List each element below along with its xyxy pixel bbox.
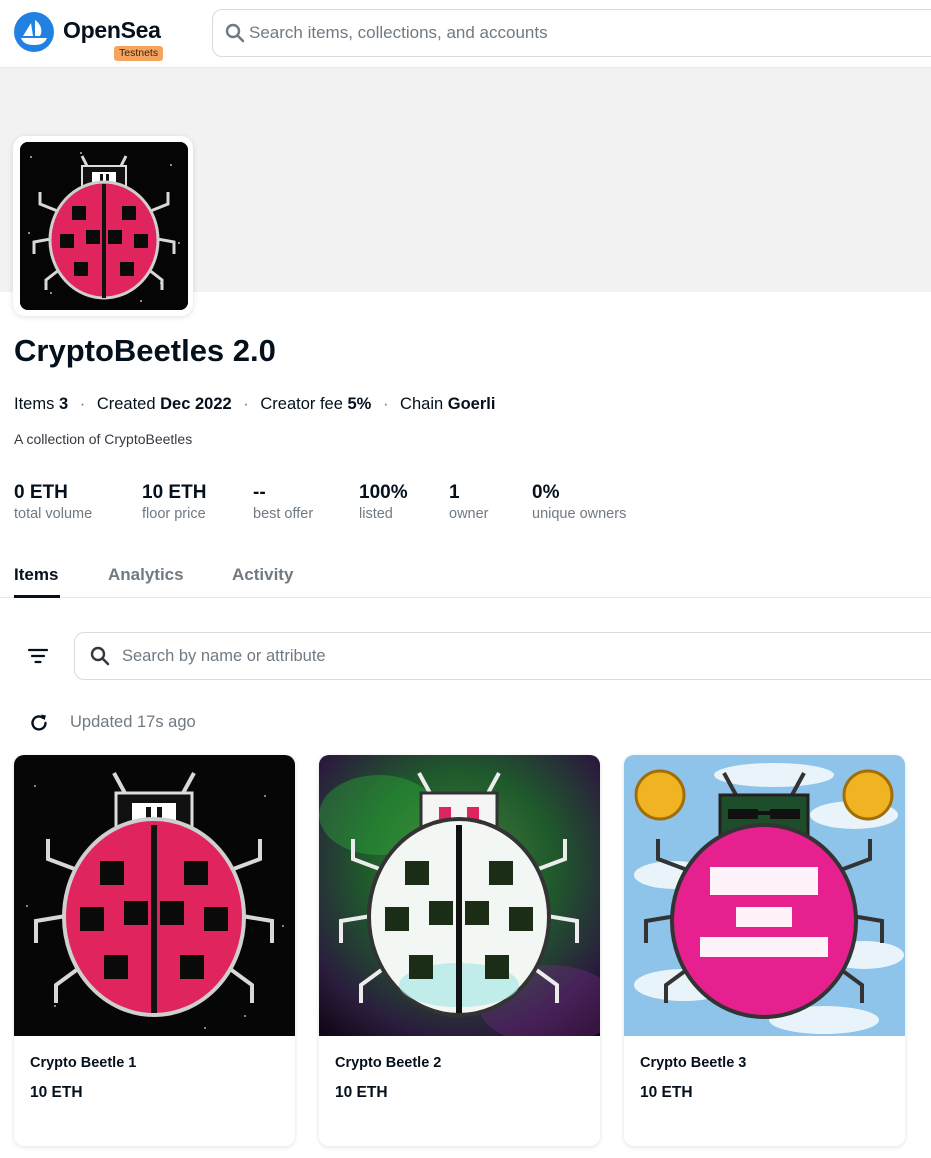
search-icon	[225, 23, 245, 48]
item-price: 10 ETH	[640, 1084, 693, 1101]
meta-separator: ·	[79, 395, 86, 413]
stat-value: 0%	[532, 482, 560, 503]
search-icon	[90, 646, 110, 671]
item-name: Crypto Beetle 1	[30, 1055, 137, 1071]
item-image[interactable]	[14, 755, 295, 1036]
filter-icon[interactable]	[26, 644, 50, 668]
stat-unique-owners: 0% unique owners	[532, 482, 626, 522]
item-search-input[interactable]: Search by name or attribute	[74, 632, 931, 680]
global-search-placeholder: Search items, collections, and accounts	[249, 23, 548, 42]
item-name: Crypto Beetle 3	[640, 1055, 747, 1071]
item-image[interactable]	[624, 755, 905, 1036]
meta-items-value: 3	[58, 395, 69, 413]
item-card[interactable]: Crypto Beetle 3 10 ETH	[624, 755, 905, 1146]
refresh-icon[interactable]	[28, 712, 50, 734]
stat-value: 0 ETH	[14, 482, 68, 503]
stat-label: total volume	[14, 506, 93, 522]
stat-listed: 100% listed	[359, 482, 408, 522]
testnets-badge: Testnets	[114, 46, 164, 61]
stat-value: 100%	[359, 482, 408, 503]
tab-items[interactable]: Items	[14, 565, 58, 585]
item-price: 10 ETH	[30, 1084, 83, 1101]
stat-floor-price: 10 ETH floor price	[142, 482, 206, 522]
item-name: Crypto Beetle 2	[335, 1055, 442, 1071]
stat-label: best offer	[253, 506, 314, 522]
stat-value: 10 ETH	[142, 482, 207, 503]
opensea-logo-icon[interactable]	[14, 12, 54, 52]
active-tab-indicator	[14, 595, 60, 598]
collection-meta: Items 3 · Created Dec 2022 · Creator fee…	[14, 395, 495, 414]
tab-activity[interactable]: Activity	[232, 565, 293, 585]
item-image[interactable]	[319, 755, 600, 1045]
stat-total-volume: 0 ETH total volume	[14, 482, 92, 522]
meta-fee-label: Creator fee	[260, 395, 343, 413]
item-search-placeholder: Search by name or attribute	[122, 647, 326, 665]
meta-separator: ·	[382, 395, 389, 413]
meta-created-value: Dec 2022	[160, 395, 232, 413]
stat-best-offer: -- best offer	[253, 482, 313, 522]
top-navigation-bar: OpenSea Testnets Search items, collectio…	[0, 0, 931, 68]
collection-tabs: Items Analytics Activity	[0, 560, 931, 598]
meta-chain-label: Chain	[400, 395, 444, 413]
meta-items-label: Items	[14, 395, 55, 413]
tab-analytics[interactable]: Analytics	[108, 565, 184, 585]
global-search-input[interactable]: Search items, collections, and accounts	[212, 9, 931, 57]
brand-name[interactable]: OpenSea	[63, 17, 161, 44]
stat-label: floor price	[142, 506, 206, 522]
stat-owner: 1 owner	[449, 482, 489, 522]
collection-avatar-image	[20, 142, 188, 310]
item-card[interactable]: Crypto Beetle 1 10 ETH	[14, 755, 295, 1146]
meta-chain-value: Goerli	[447, 395, 496, 413]
collection-avatar	[13, 136, 193, 316]
last-updated-text: Updated 17s ago	[70, 713, 196, 731]
collection-description: A collection of CryptoBeetles	[14, 431, 193, 447]
stat-label: unique owners	[532, 506, 627, 522]
stat-value: --	[253, 482, 266, 503]
stat-value: 1	[449, 482, 460, 503]
meta-fee-value: 5%	[347, 395, 372, 413]
item-card[interactable]: Crypto Beetle 2 10 ETH	[319, 755, 600, 1146]
meta-created-label: Created	[96, 395, 156, 413]
stat-label: listed	[359, 506, 393, 522]
collection-title: CryptoBeetles 2.0	[14, 333, 276, 368]
stat-label: owner	[449, 506, 489, 522]
meta-separator: ·	[243, 395, 249, 413]
item-price: 10 ETH	[335, 1084, 388, 1101]
